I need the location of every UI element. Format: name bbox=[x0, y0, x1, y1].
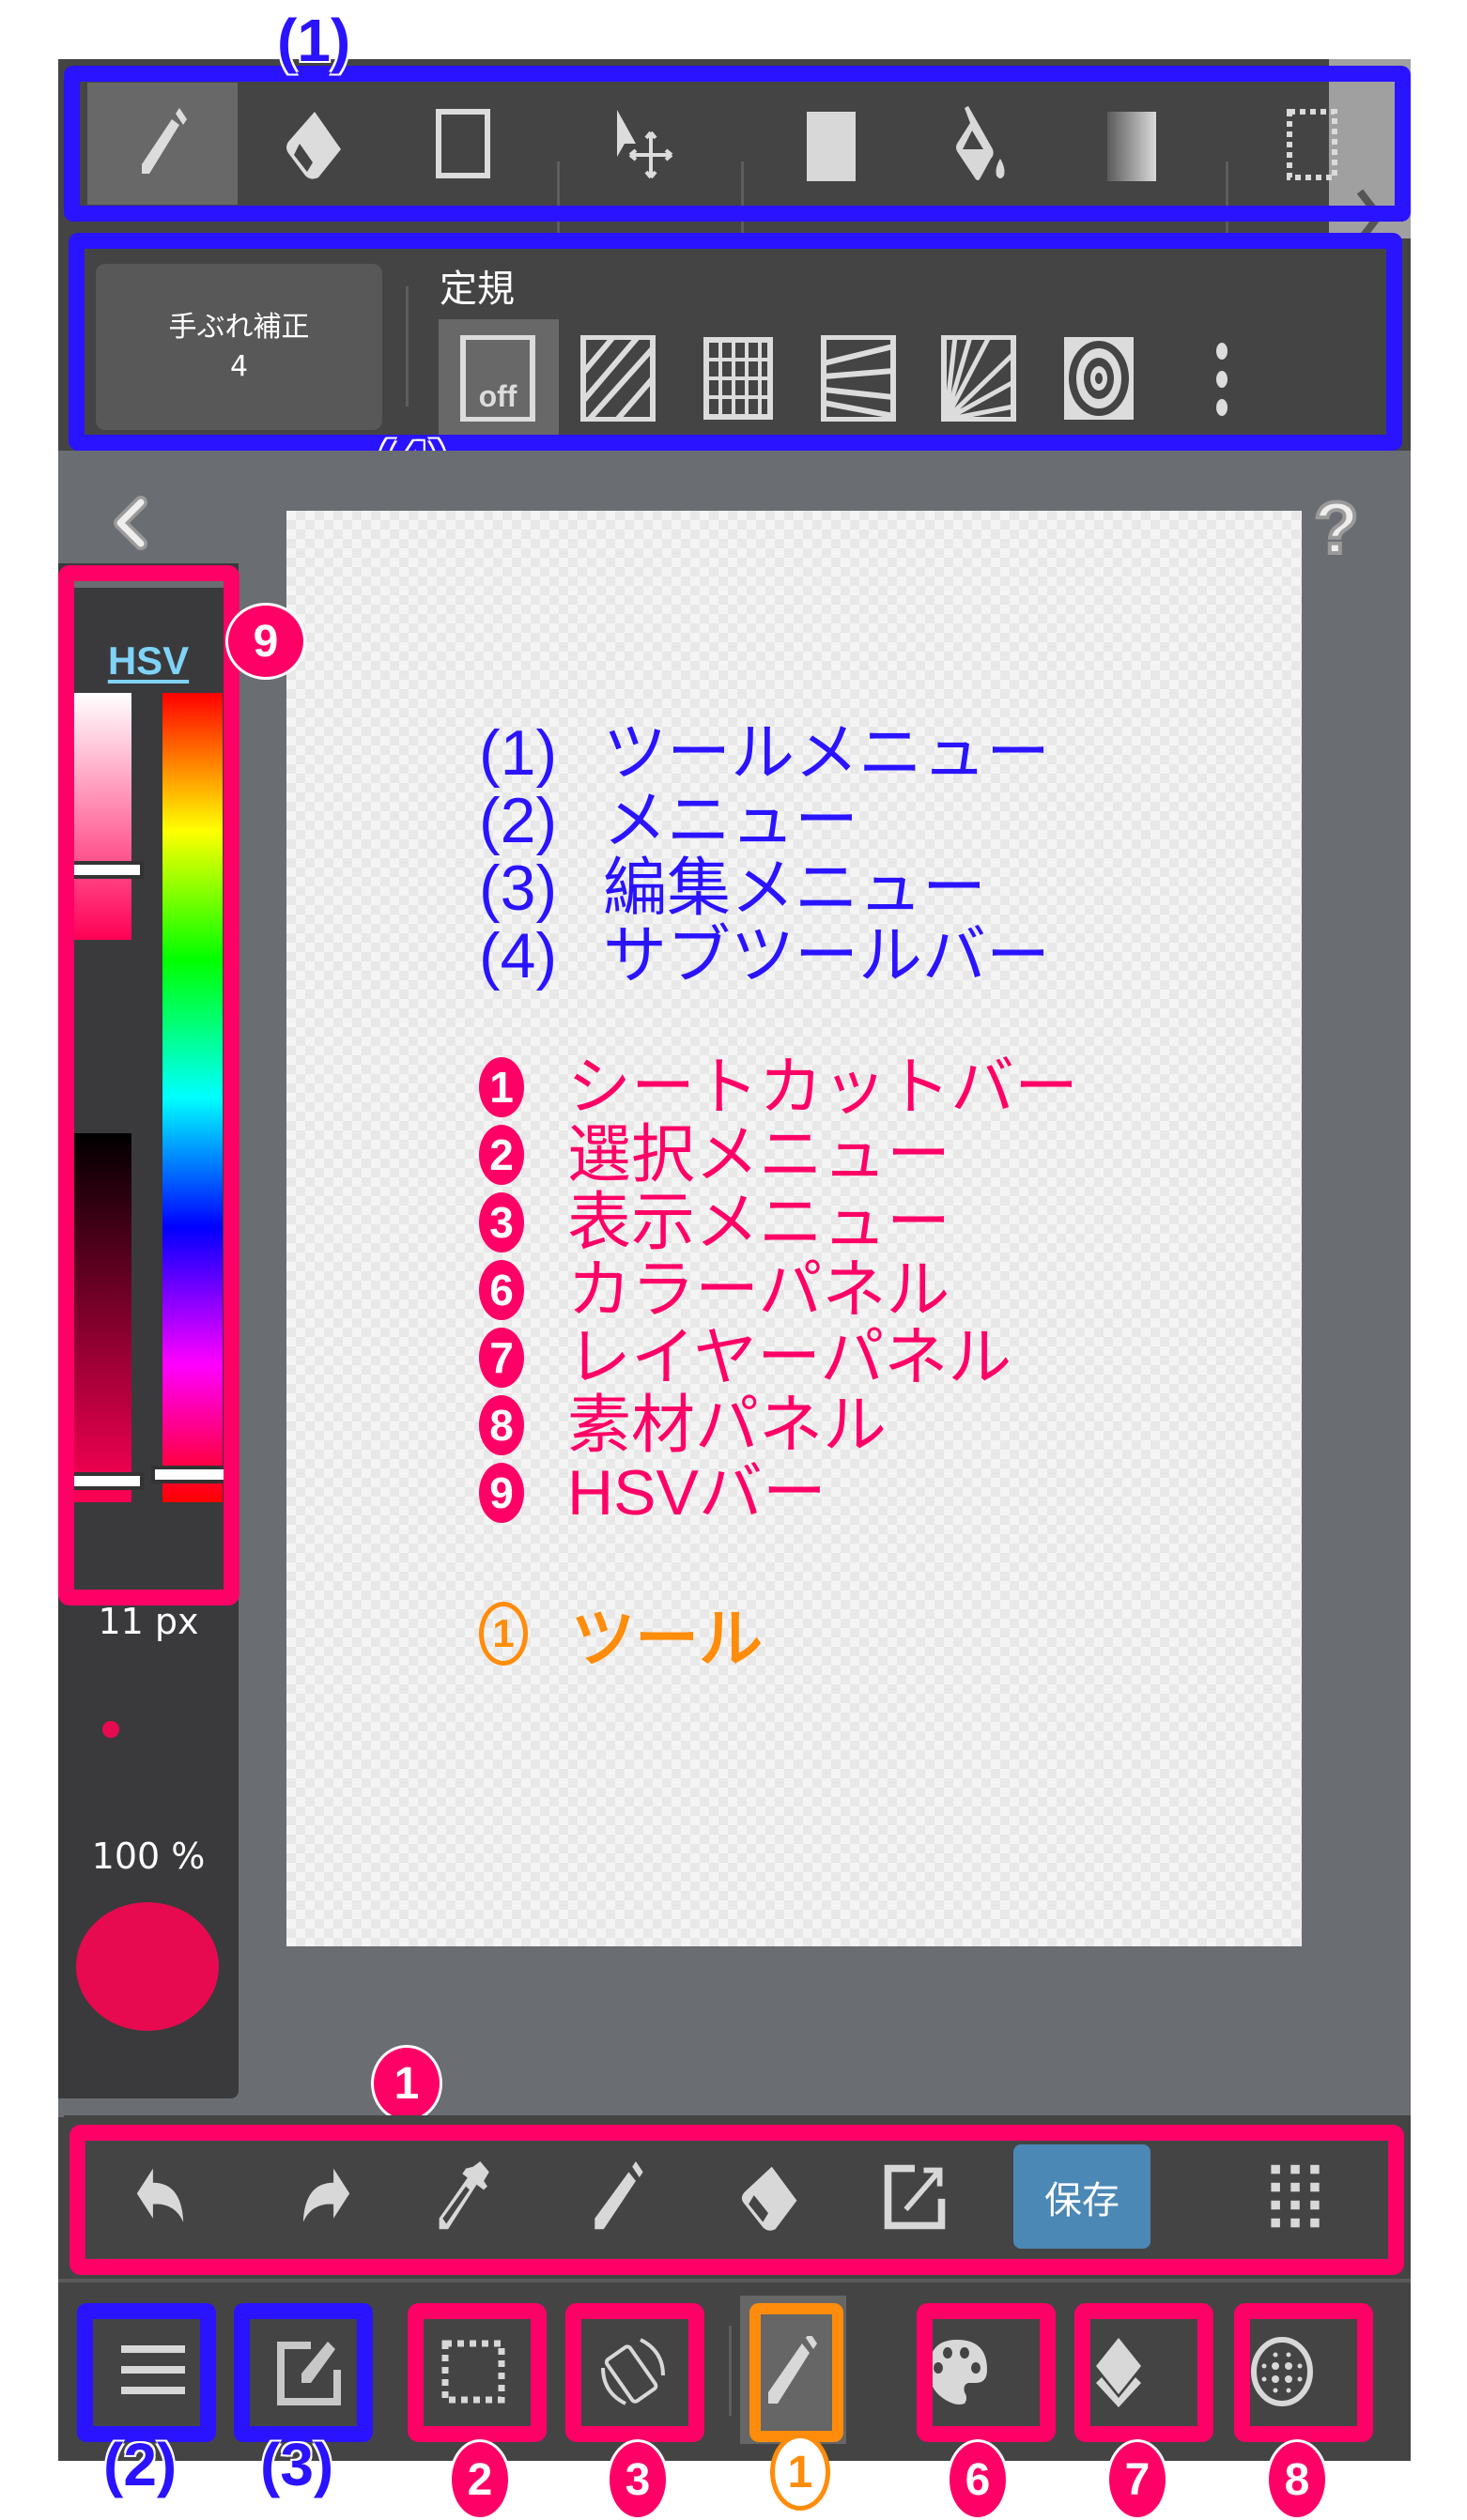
annotation-tool-menu-box bbox=[64, 66, 1411, 222]
callout-tool: 1 bbox=[770, 2434, 830, 2511]
legend-row: 3 表示メニュー bbox=[479, 1189, 1078, 1256]
callout-color-panel: 6 bbox=[947, 2439, 1009, 2520]
legend-blue: (1) ツールメニュー (2) メニュー (3) 編集メニュー (4) サブツールバー bbox=[479, 719, 1050, 990]
callout-selection-menu: 2 bbox=[449, 2439, 511, 2520]
legend-row: 9 HSVバー bbox=[479, 1459, 1078, 1527]
bottom-bar-separator bbox=[729, 2326, 732, 2416]
legend-pink: 1 シートカットバー 2 選択メニュー 3 表示メニュー 6 カラーパネル 7 レイヤーパ… bbox=[479, 1053, 1078, 1527]
annotation-layer-box bbox=[1074, 2303, 1213, 2442]
callout-menu: (2) bbox=[103, 2431, 178, 2498]
legend-row: (3) 編集メニュー bbox=[479, 853, 987, 924]
legend-row: 1 シートカットバー bbox=[479, 1053, 1078, 1121]
callout-material-panel: 8 bbox=[1266, 2439, 1328, 2520]
callout-view-menu: 3 bbox=[607, 2439, 669, 2520]
opacity-value[interactable]: 100 % bbox=[58, 1836, 239, 1877]
legend-row: (4) サブツールバー bbox=[479, 920, 1051, 991]
callout-layer-panel: 7 bbox=[1106, 2439, 1168, 2520]
annotation-material-box bbox=[1234, 2303, 1373, 2442]
chevron-left-icon bbox=[114, 496, 147, 550]
legend-row: 6 カラーパネル bbox=[479, 1256, 1078, 1324]
collapse-panel-button[interactable] bbox=[105, 495, 162, 551]
annotation-shortcut-box bbox=[69, 2125, 1404, 2275]
callout-edit-menu: (3) bbox=[260, 2431, 334, 2498]
legend-row: 8 素材パネル bbox=[479, 1391, 1078, 1459]
annotation-menu-box bbox=[77, 2303, 216, 2442]
callout-tool-menu: (1) bbox=[277, 7, 351, 74]
annotation-edit-box bbox=[234, 2303, 373, 2442]
annotation-view-box bbox=[565, 2303, 704, 2442]
legend-row: 7 レイヤーパネル bbox=[479, 1324, 1078, 1391]
legend-row: 2 選択メニュー bbox=[479, 1121, 1078, 1189]
callout-shortcut-bar: 1 bbox=[371, 2045, 442, 2122]
help-icon: ? bbox=[1312, 484, 1361, 571]
annotation-selection-box bbox=[408, 2303, 547, 2442]
annotation-color-box bbox=[917, 2303, 1056, 2442]
help-button[interactable]: ? bbox=[1308, 484, 1365, 571]
callout-hsv-bar: 9 bbox=[225, 603, 306, 680]
brush-size-value[interactable]: 11 px bbox=[58, 1601, 239, 1642]
annotation-tool-box bbox=[749, 2303, 843, 2442]
legend-row: (1) ツールメニュー bbox=[479, 717, 1051, 789]
annotation-hsv-box bbox=[58, 565, 239, 1606]
annotation-subtool-box bbox=[69, 233, 1402, 451]
brush-size-preview bbox=[102, 1721, 119, 1738]
legend-row: (2) メニュー bbox=[479, 785, 859, 856]
legend-orange: 1 ツール bbox=[479, 1587, 763, 1680]
svg-text:?: ? bbox=[1314, 493, 1359, 563]
current-color-swatch[interactable] bbox=[76, 1902, 219, 2031]
